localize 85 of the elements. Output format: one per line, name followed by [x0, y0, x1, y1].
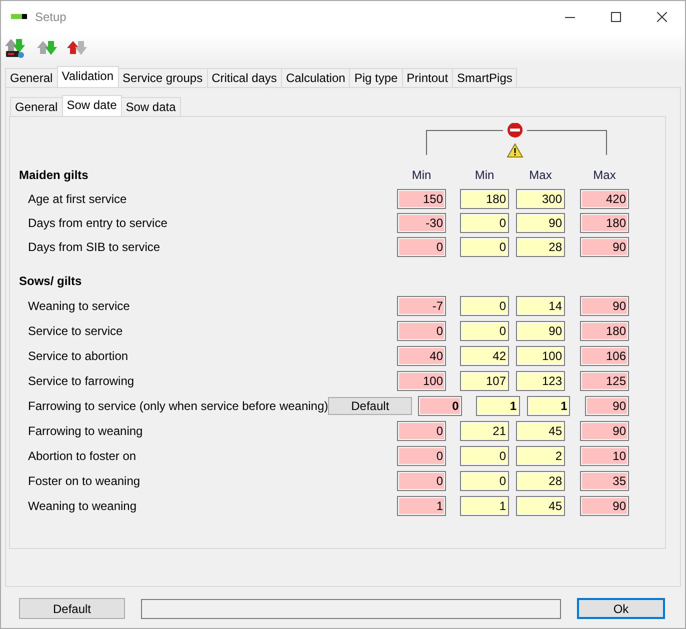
value-field[interactable]: 45 [516, 496, 565, 516]
value-field[interactable]: 10 [580, 446, 629, 466]
tab[interactable]: General [10, 97, 63, 116]
row-label: Service to farrowing [27, 372, 136, 390]
value-field[interactable]: 0 [460, 446, 509, 466]
value-field[interactable]: 14 [516, 296, 565, 316]
value-field[interactable]: 0 [460, 470, 509, 490]
value-field[interactable]: 90 [516, 320, 565, 340]
tab[interactable]: Sow data [120, 97, 181, 116]
value-field[interactable]: 180 [580, 320, 629, 340]
value-field[interactable]: 1 [476, 396, 520, 416]
value-field[interactable]: 0 [397, 320, 446, 340]
value-field[interactable]: 100 [516, 346, 565, 366]
value-field[interactable]: 0 [460, 296, 509, 316]
minimize-icon[interactable] [565, 16, 575, 18]
row-label: Service to service [27, 322, 124, 340]
value-field[interactable]: 180 [460, 189, 509, 209]
value-field[interactable]: 90 [580, 496, 629, 516]
value-field[interactable]: 420 [580, 189, 629, 209]
row-label: Foster on to weaning [27, 472, 142, 490]
value-field[interactable]: 0 [397, 470, 446, 490]
section-heading: Maiden gilts [18, 167, 90, 184]
value-field[interactable]: 150 [397, 189, 446, 209]
value-field[interactable]: 28 [516, 237, 565, 257]
value-field[interactable]: -7 [397, 296, 446, 316]
close-icon[interactable] [657, 12, 667, 22]
tab[interactable]: General [5, 68, 58, 87]
row-label: Weaning to weaning [27, 498, 138, 514]
section-heading: Sows/ gilts [18, 273, 83, 290]
window-title: Setup [35, 9, 66, 26]
footer-button[interactable]: Ok [577, 598, 665, 619]
value-field[interactable]: 107 [460, 370, 509, 390]
default-button[interactable]: Default [328, 396, 412, 414]
row-label: Farrowing to service (only when service before weaning) [27, 398, 328, 414]
value-field[interactable]: 0 [397, 237, 446, 257]
value-field[interactable]: 300 [516, 189, 565, 209]
value-field[interactable]: 90 [580, 237, 629, 257]
tab[interactable]: Pig type [349, 68, 403, 87]
value-field[interactable]: -30 [397, 213, 446, 233]
value-field[interactable]: 180 [580, 213, 629, 233]
value-field[interactable]: 0 [418, 396, 462, 416]
value-field[interactable]: 90 [585, 396, 630, 416]
value-field[interactable]: 106 [580, 346, 629, 366]
value-field[interactable]: 35 [580, 470, 629, 490]
tab[interactable]: Critical days [206, 68, 282, 87]
value-field[interactable]: 21 [460, 420, 509, 440]
value-field[interactable]: 0 [460, 237, 509, 257]
footer-button[interactable]: Default [19, 598, 125, 619]
value-field[interactable]: 40 [397, 346, 446, 366]
value-field[interactable]: 0 [460, 213, 509, 233]
row-label: Farrowing to weaning [27, 422, 144, 440]
maximize-icon[interactable] [611, 12, 621, 22]
value-field[interactable]: 90 [580, 296, 629, 316]
value-field[interactable]: 123 [516, 370, 565, 390]
tab[interactable]: Service groups [118, 68, 208, 87]
value-field[interactable]: 125 [580, 370, 629, 390]
row-label: Weaning to service [27, 298, 131, 314]
row-label: Service to abortion [27, 348, 130, 364]
tab[interactable]: Sow date [62, 95, 122, 116]
row-label: Days from SIB to service [27, 239, 162, 256]
column-header: Min [410, 167, 432, 184]
value-field[interactable]: 28 [516, 470, 565, 490]
tab[interactable]: Validation [56, 66, 119, 87]
tab[interactable]: SmartPigs [452, 68, 518, 87]
column-header: Max [592, 167, 617, 184]
row-label: Age at first service [27, 191, 128, 208]
value-field[interactable]: 45 [516, 420, 565, 440]
value-field[interactable]: 2 [516, 446, 565, 466]
value-field[interactable]: 42 [460, 346, 509, 366]
column-header: Max [528, 167, 553, 184]
value-field[interactable]: 0 [397, 446, 446, 466]
row-label: Days from entry to service [27, 215, 168, 232]
app-icon [11, 14, 27, 20]
value-field[interactable]: 1 [460, 496, 509, 516]
value-field[interactable]: 100 [397, 370, 446, 390]
column-header: Min [474, 167, 496, 184]
warning-icon [506, 143, 524, 158]
error-icon [508, 123, 522, 138]
value-field[interactable]: 0 [460, 320, 509, 340]
row-label: Abortion to foster on [27, 448, 138, 464]
value-field[interactable]: 90 [516, 213, 565, 233]
value-field[interactable]: 0 [397, 420, 446, 440]
value-field[interactable]: 1 [526, 396, 570, 416]
value-field[interactable]: 90 [580, 420, 629, 440]
value-field[interactable]: 1 [397, 496, 446, 516]
